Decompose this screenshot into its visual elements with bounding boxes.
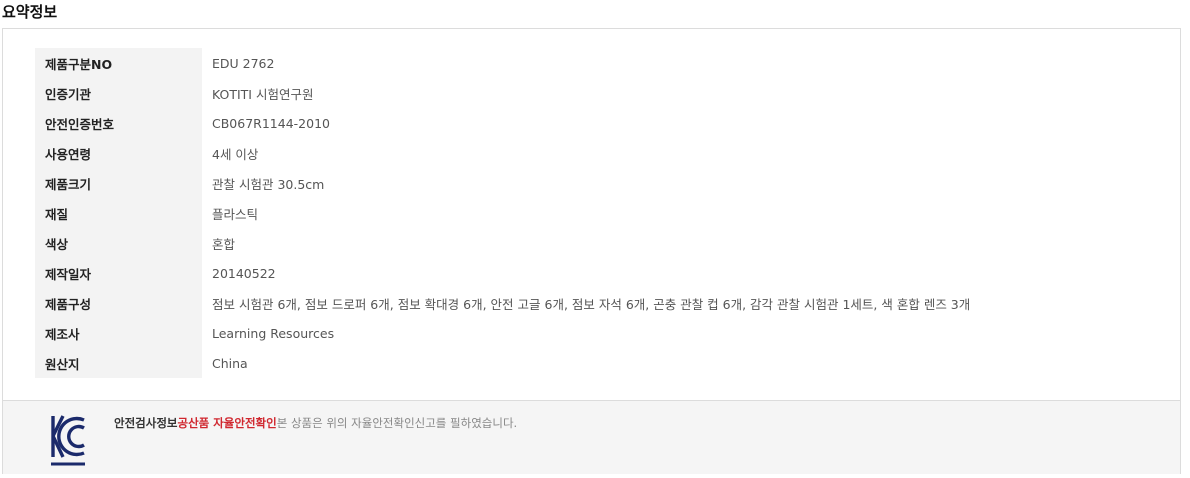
- spec-row: 인증기관 KOTITI 시험연구원: [35, 78, 970, 108]
- spec-label: 제작일자: [35, 258, 202, 288]
- spec-row: 제품크기 관찰 시험관 30.5cm: [35, 168, 970, 198]
- spec-row: 제품구분NO EDU 2762: [35, 48, 970, 78]
- spec-label: 사용연령: [35, 138, 202, 168]
- spec-value: 관찰 시험관 30.5cm: [212, 176, 325, 192]
- spec-value: 플라스틱: [212, 206, 259, 222]
- spec-label: 인증기관: [35, 78, 202, 108]
- spec-value: 점보 시험관 6개, 점보 드로퍼 6개, 점보 확대경 6개, 안전 고글 6…: [212, 296, 971, 312]
- kc-prefix: 안전검사정보: [114, 416, 178, 430]
- spec-row: 안전인증번호 CB067R1144-2010: [35, 108, 970, 138]
- spec-value: EDU 2762: [212, 55, 275, 71]
- spec-value: 4세 이상: [212, 146, 259, 162]
- spec-label: 제품구분NO: [35, 48, 202, 78]
- spec-value: 혼합: [212, 236, 236, 252]
- spec-label: 제조사: [35, 318, 202, 348]
- spec-value: China: [212, 355, 248, 371]
- spec-row: 원산지 China: [35, 348, 970, 378]
- spec-label: 원산지: [35, 348, 202, 378]
- spec-row: 제조사 Learning Resources: [35, 318, 970, 348]
- spec-value: KOTITI 시험연구원: [212, 86, 314, 102]
- spec-value: CB067R1144-2010: [212, 115, 330, 131]
- spec-label: 제품크기: [35, 168, 202, 198]
- kc-suffix: 본 상품은 위의 자율안전확인신고를 필하였습니다.: [276, 416, 518, 430]
- kc-highlight: 공산품 자율안전확인: [177, 416, 277, 430]
- kc-certification-area: 안전검사정보공산품 자율안전확인본 상품은 위의 자율안전확인신고를 필하였습니…: [3, 400, 1180, 474]
- spec-row: 재질 플라스틱: [35, 198, 970, 228]
- kc-certification-text: 안전검사정보공산품 자율안전확인본 상품은 위의 자율안전확인신고를 필하였습니…: [114, 415, 517, 431]
- spec-label: 제품구성: [35, 288, 202, 318]
- spec-label: 색상: [35, 228, 202, 258]
- spec-label: 재질: [35, 198, 202, 228]
- spec-value: 20140522: [212, 265, 276, 281]
- spec-row: 제품구성 점보 시험관 6개, 점보 드로퍼 6개, 점보 확대경 6개, 안전 …: [35, 288, 970, 318]
- spec-row: 색상 혼합: [35, 228, 970, 258]
- kc-certification-mark-icon: [51, 415, 85, 466]
- spec-table: 제품구분NO EDU 2762 인증기관 KOTITI 시험연구원안전인증번호 CB06…: [35, 48, 970, 378]
- section-title: 요약정보: [2, 3, 58, 21]
- summary-info-box: 제품구분NO EDU 2762 인증기관 KOTITI 시험연구원안전인증번호 CB06…: [2, 28, 1181, 474]
- spec-row: 사용연령 4세 이상: [35, 138, 970, 168]
- spec-row: 제작일자 20140522: [35, 258, 970, 288]
- spec-value: Learning Resources: [212, 325, 335, 341]
- spec-label: 안전인증번호: [35, 108, 202, 138]
